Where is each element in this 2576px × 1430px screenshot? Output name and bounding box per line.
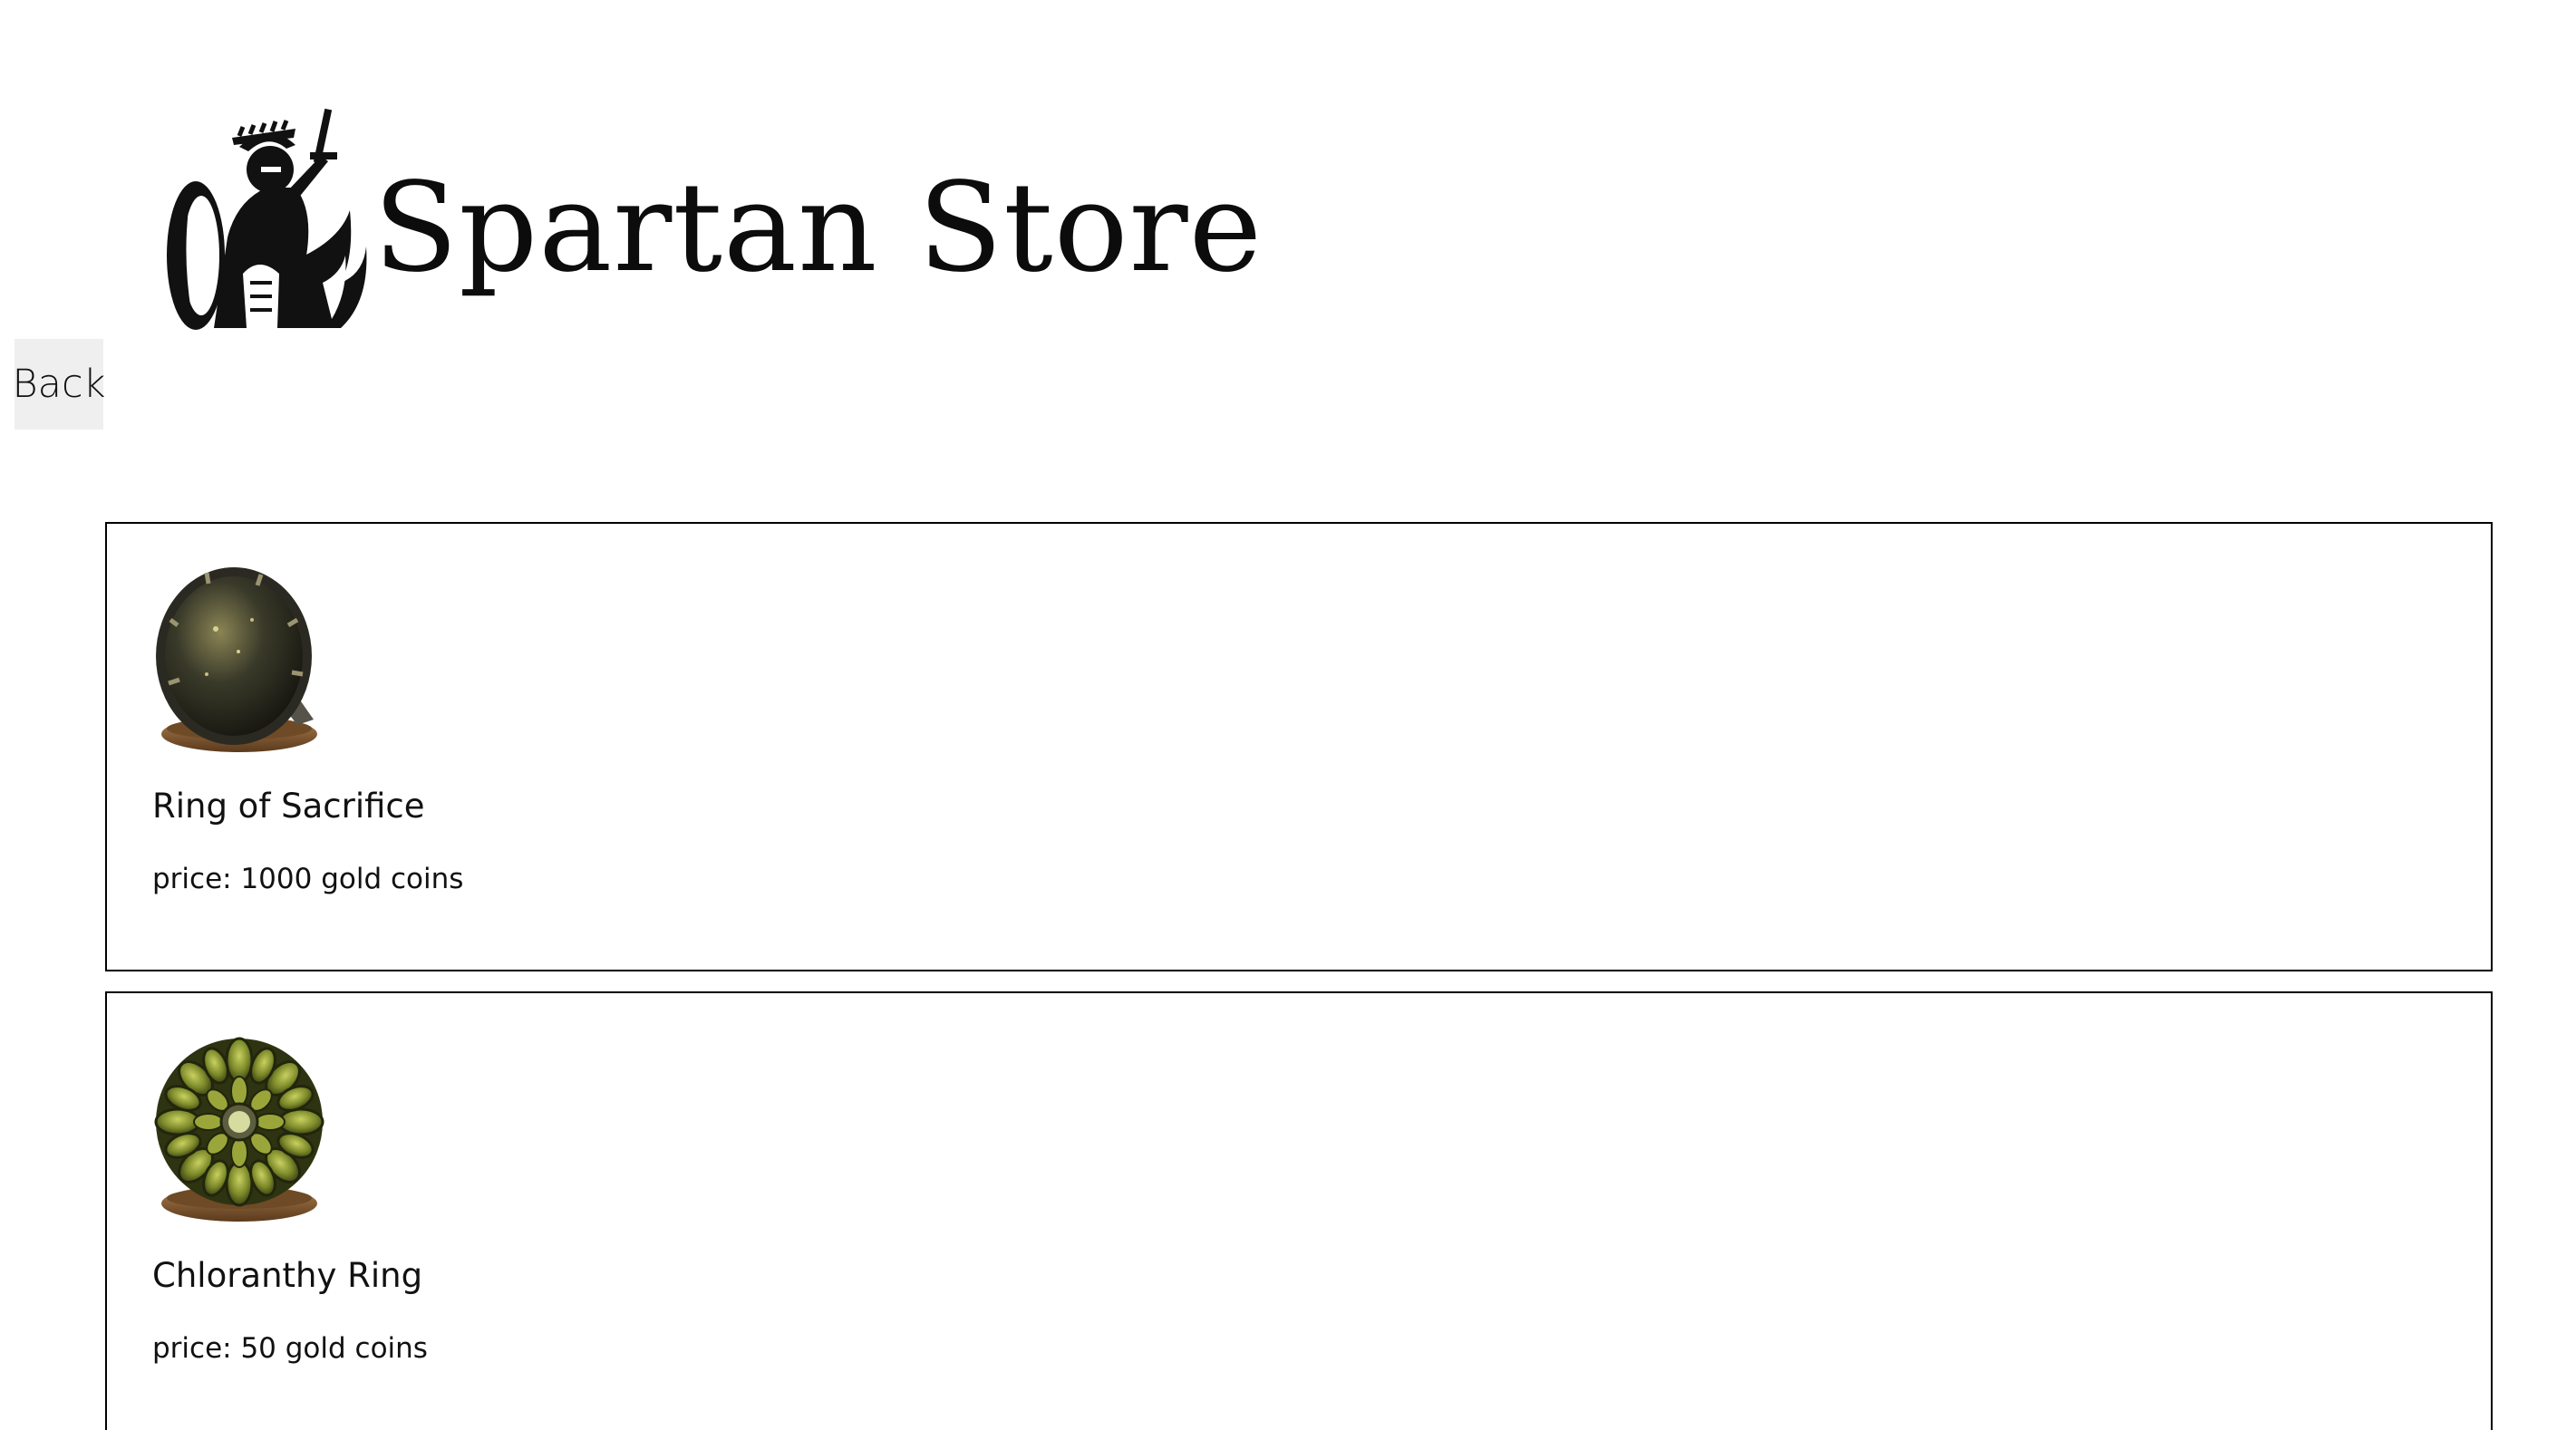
spartan-warrior-icon <box>167 108 367 330</box>
product-price: price: 50 gold coins <box>152 1332 428 1365</box>
product-name: Chloranthy Ring <box>152 1256 423 1295</box>
store-title: Spartan Store <box>373 157 1264 300</box>
product-card-chloranthy-ring[interactable]: Chloranthy Ring price: 50 gold coins <box>105 991 2493 1430</box>
page: Spartan Store Back Ring of Sacrifice pri… <box>0 0 2576 1430</box>
product-price: price: 1000 gold coins <box>152 863 464 895</box>
product-list: Ring of Sacrifice price: 1000 gold coins <box>105 522 2493 1430</box>
ring-of-sacrifice-image <box>156 567 317 752</box>
chloranthy-ring-image <box>154 1037 324 1222</box>
product-name: Ring of Sacrifice <box>152 787 425 826</box>
product-card-ring-of-sacrifice[interactable]: Ring of Sacrifice price: 1000 gold coins <box>105 522 2493 971</box>
store-logo[interactable]: Spartan Store <box>160 101 1263 346</box>
back-button[interactable]: Back <box>12 339 106 430</box>
